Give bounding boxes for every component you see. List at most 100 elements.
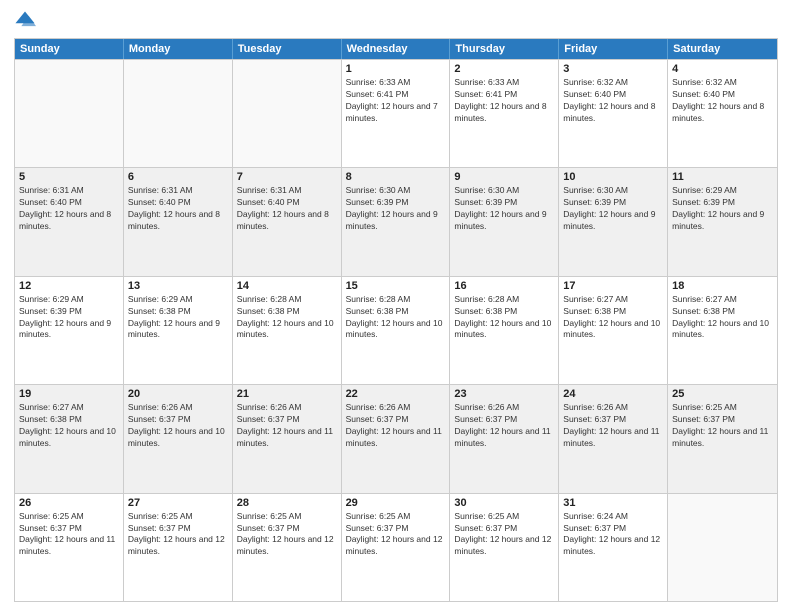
cal-header-sunday: Sunday bbox=[15, 39, 124, 59]
cell-info: Sunrise: 6:32 AMSunset: 6:40 PMDaylight:… bbox=[563, 77, 663, 125]
cal-cell: 18Sunrise: 6:27 AMSunset: 6:38 PMDayligh… bbox=[668, 277, 777, 384]
cal-cell: 15 Sunrise: 6:28 AMSunset: 6:38 PMDayligh… bbox=[342, 277, 451, 384]
cal-cell: 8Sunrise: 6:30 AMSunset: 6:39 PMDaylight… bbox=[342, 168, 451, 275]
day-number: 20 bbox=[128, 388, 228, 400]
day-number: 29 bbox=[346, 497, 446, 509]
cell-info: Sunrise: 6:33 AMSunset: 6:41 PMDaylight:… bbox=[346, 77, 446, 125]
calendar-body: 1 Sunrise: 6:33 AMSunset: 6:41 PMDaylight… bbox=[15, 59, 777, 601]
cell-info: Sunrise: 6:33 AMSunset: 6:41 PMDaylight:… bbox=[454, 77, 554, 125]
cal-header-friday: Friday bbox=[559, 39, 668, 59]
cell-info: Sunrise: 6:28 AMSunset: 6:38 PMDaylight:… bbox=[237, 294, 337, 342]
calendar-header-row: SundayMondayTuesdayWednesdayThursdayFrid… bbox=[15, 39, 777, 59]
cal-cell: 24 Sunrise: 6:26 AMSunset: 6:37 PMDayligh… bbox=[559, 385, 668, 492]
cal-cell: 29 Sunrise: 6:25 AMSunset: 6:37 PMDayligh… bbox=[342, 494, 451, 601]
cal-cell: 5 Sunrise: 6:31 AMSunset: 6:40 PMDaylight… bbox=[15, 168, 124, 275]
cell-info: Sunrise: 6:26 AMSunset: 6:37 PMDaylight:… bbox=[237, 402, 337, 450]
cal-cell bbox=[233, 60, 342, 167]
day-number: 18 bbox=[672, 280, 773, 292]
day-number: 9 bbox=[454, 171, 554, 183]
cal-cell: 22 Sunrise: 6:26 AMSunset: 6:37 PMDayligh… bbox=[342, 385, 451, 492]
day-number: 17 bbox=[563, 280, 663, 292]
cal-cell: 9Sunrise: 6:30 AMSunset: 6:39 PMDaylight… bbox=[450, 168, 559, 275]
cell-info: Sunrise: 6:28 AMSunset: 6:38 PMDaylight:… bbox=[454, 294, 554, 342]
cal-cell: 23 Sunrise: 6:26 AMSunset: 6:37 PMDayligh… bbox=[450, 385, 559, 492]
cal-header-saturday: Saturday bbox=[668, 39, 777, 59]
cal-week-2: 5 Sunrise: 6:31 AMSunset: 6:40 PMDaylight… bbox=[15, 167, 777, 275]
cal-cell: 28 Sunrise: 6:25 AMSunset: 6:37 PMDayligh… bbox=[233, 494, 342, 601]
page-header bbox=[14, 10, 778, 32]
cal-cell bbox=[15, 60, 124, 167]
day-number: 3 bbox=[563, 63, 663, 75]
day-number: 16 bbox=[454, 280, 554, 292]
day-number: 31 bbox=[563, 497, 663, 509]
day-number: 10 bbox=[563, 171, 663, 183]
day-number: 14 bbox=[237, 280, 337, 292]
cell-info: Sunrise: 6:30 AMSunset: 6:39 PMDaylight:… bbox=[563, 185, 663, 233]
cal-cell: 6Sunrise: 6:31 AMSunset: 6:40 PMDaylight… bbox=[124, 168, 233, 275]
day-number: 2 bbox=[454, 63, 554, 75]
cal-week-5: 26 Sunrise: 6:25 AMSunset: 6:37 PMDayligh… bbox=[15, 493, 777, 601]
day-number: 24 bbox=[563, 388, 663, 400]
day-number: 13 bbox=[128, 280, 228, 292]
cal-cell: 16 Sunrise: 6:28 AMSunset: 6:38 PMDayligh… bbox=[450, 277, 559, 384]
cal-header-wednesday: Wednesday bbox=[342, 39, 451, 59]
cal-cell: 4Sunrise: 6:32 AMSunset: 6:40 PMDaylight… bbox=[668, 60, 777, 167]
day-number: 12 bbox=[19, 280, 119, 292]
day-number: 4 bbox=[672, 63, 773, 75]
day-number: 15 bbox=[346, 280, 446, 292]
day-number: 28 bbox=[237, 497, 337, 509]
cal-cell: 20 Sunrise: 6:26 AMSunset: 6:37 PMDayligh… bbox=[124, 385, 233, 492]
cal-cell: 2 Sunrise: 6:33 AMSunset: 6:41 PMDaylight… bbox=[450, 60, 559, 167]
day-number: 23 bbox=[454, 388, 554, 400]
cell-info: Sunrise: 6:29 AMSunset: 6:38 PMDaylight:… bbox=[128, 294, 228, 342]
cell-info: Sunrise: 6:29 AMSunset: 6:39 PMDaylight:… bbox=[672, 185, 773, 233]
cal-cell: 31 Sunrise: 6:24 AMSunset: 6:37 PMDayligh… bbox=[559, 494, 668, 601]
day-number: 22 bbox=[346, 388, 446, 400]
cell-info: Sunrise: 6:31 AMSunset: 6:40 PMDaylight:… bbox=[19, 185, 119, 233]
logo-icon bbox=[14, 10, 36, 32]
cell-info: Sunrise: 6:27 AMSunset: 6:38 PMDaylight:… bbox=[563, 294, 663, 342]
cal-cell bbox=[668, 494, 777, 601]
day-number: 5 bbox=[19, 171, 119, 183]
logo bbox=[14, 10, 40, 32]
cal-cell bbox=[124, 60, 233, 167]
cal-cell: 19 Sunrise: 6:27 AMSunset: 6:38 PMDayligh… bbox=[15, 385, 124, 492]
day-number: 11 bbox=[672, 171, 773, 183]
cell-info: Sunrise: 6:25 AMSunset: 6:37 PMDaylight:… bbox=[672, 402, 773, 450]
cell-info: Sunrise: 6:28 AMSunset: 6:38 PMDaylight:… bbox=[346, 294, 446, 342]
cal-cell: 21Sunrise: 6:26 AMSunset: 6:37 PMDayligh… bbox=[233, 385, 342, 492]
cell-info: Sunrise: 6:25 AMSunset: 6:37 PMDaylight:… bbox=[346, 511, 446, 559]
cal-cell: 11 Sunrise: 6:29 AMSunset: 6:39 PMDayligh… bbox=[668, 168, 777, 275]
cell-info: Sunrise: 6:25 AMSunset: 6:37 PMDaylight:… bbox=[237, 511, 337, 559]
cal-cell: 7 Sunrise: 6:31 AMSunset: 6:40 PMDaylight… bbox=[233, 168, 342, 275]
day-number: 25 bbox=[672, 388, 773, 400]
day-number: 19 bbox=[19, 388, 119, 400]
cell-info: Sunrise: 6:25 AMSunset: 6:37 PMDaylight:… bbox=[454, 511, 554, 559]
cal-cell: 10 Sunrise: 6:30 AMSunset: 6:39 PMDayligh… bbox=[559, 168, 668, 275]
cal-cell: 27 Sunrise: 6:25 AMSunset: 6:37 PMDayligh… bbox=[124, 494, 233, 601]
cal-cell: 17 Sunrise: 6:27 AMSunset: 6:38 PMDayligh… bbox=[559, 277, 668, 384]
cell-info: Sunrise: 6:26 AMSunset: 6:37 PMDaylight:… bbox=[454, 402, 554, 450]
cal-cell: 26Sunrise: 6:25 AMSunset: 6:37 PMDayligh… bbox=[15, 494, 124, 601]
day-number: 26 bbox=[19, 497, 119, 509]
day-number: 27 bbox=[128, 497, 228, 509]
cell-info: Sunrise: 6:31 AMSunset: 6:40 PMDaylight:… bbox=[237, 185, 337, 233]
cal-week-1: 1 Sunrise: 6:33 AMSunset: 6:41 PMDaylight… bbox=[15, 59, 777, 167]
cal-week-4: 19 Sunrise: 6:27 AMSunset: 6:38 PMDayligh… bbox=[15, 384, 777, 492]
day-number: 1 bbox=[346, 63, 446, 75]
cell-info: Sunrise: 6:24 AMSunset: 6:37 PMDaylight:… bbox=[563, 511, 663, 559]
day-number: 7 bbox=[237, 171, 337, 183]
cell-info: Sunrise: 6:26 AMSunset: 6:37 PMDaylight:… bbox=[128, 402, 228, 450]
cell-info: Sunrise: 6:25 AMSunset: 6:37 PMDaylight:… bbox=[128, 511, 228, 559]
cell-info: Sunrise: 6:26 AMSunset: 6:37 PMDaylight:… bbox=[346, 402, 446, 450]
cell-info: Sunrise: 6:31 AMSunset: 6:40 PMDaylight:… bbox=[128, 185, 228, 233]
cal-cell: 13 Sunrise: 6:29 AMSunset: 6:38 PMDayligh… bbox=[124, 277, 233, 384]
cell-info: Sunrise: 6:26 AMSunset: 6:37 PMDaylight:… bbox=[563, 402, 663, 450]
cal-header-monday: Monday bbox=[124, 39, 233, 59]
cal-cell: 3 Sunrise: 6:32 AMSunset: 6:40 PMDaylight… bbox=[559, 60, 668, 167]
cal-header-tuesday: Tuesday bbox=[233, 39, 342, 59]
day-number: 8 bbox=[346, 171, 446, 183]
calendar: SundayMondayTuesdayWednesdayThursdayFrid… bbox=[14, 38, 778, 602]
cal-cell: 1 Sunrise: 6:33 AMSunset: 6:41 PMDaylight… bbox=[342, 60, 451, 167]
cell-info: Sunrise: 6:27 AMSunset: 6:38 PMDaylight:… bbox=[19, 402, 119, 450]
